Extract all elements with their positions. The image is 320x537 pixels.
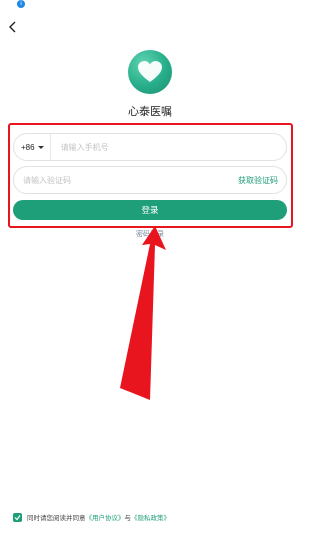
login-button[interactable]: 登录 — [13, 200, 287, 220]
heart-logo-icon — [128, 50, 172, 94]
get-code-button[interactable]: 获取验证码 — [238, 175, 286, 186]
user-agreement-link[interactable]: 《用户协议》 — [86, 512, 125, 522]
phone-input[interactable] — [50, 134, 286, 160]
password-login-link[interactable]: 密码登录 — [0, 229, 300, 239]
agreement-row: 同时请您阅读并同意 《用户协议》 与 《隐私政策》 — [13, 512, 170, 522]
chevron-down-icon — [37, 145, 44, 149]
check-icon — [14, 514, 21, 520]
phone-row: +86 — [13, 133, 287, 161]
agreement-prefix: 同时请您阅读并同意 — [27, 515, 86, 522]
agreement-checkbox[interactable] — [13, 512, 22, 522]
country-code-label: +86 — [21, 142, 35, 152]
status-indicator: i — [17, 0, 25, 8]
code-row: 获取验证码 — [13, 166, 287, 194]
privacy-policy-link[interactable]: 《隐私政策》 — [131, 512, 170, 522]
chevron-left-icon[interactable] — [6, 20, 20, 34]
app-name: 心泰医嘱 — [128, 106, 172, 118]
verification-code-input[interactable] — [14, 167, 238, 193]
country-code-selector[interactable]: +86 — [14, 134, 51, 160]
